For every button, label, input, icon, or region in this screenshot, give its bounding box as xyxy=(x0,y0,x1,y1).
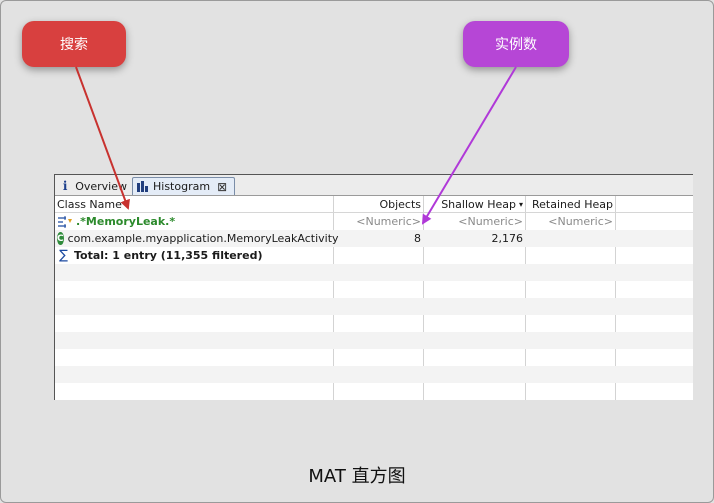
tab-overview[interactable]: i Overview xyxy=(57,177,131,195)
table-row[interactable]: C com.example.myapplication.MemoryLeakAc… xyxy=(55,230,693,247)
empty-row xyxy=(55,281,693,298)
shallow-heap-filter-cell[interactable]: <Numeric> xyxy=(423,213,525,230)
tab-histogram-label: Histogram xyxy=(153,180,211,193)
shallow-heap-filter-placeholder: <Numeric> xyxy=(458,215,523,228)
column-header-class-name-label: Class Name xyxy=(57,197,122,211)
tab-bar: i Overview Histogram ⊠ xyxy=(55,175,693,196)
table-header: Class Name Objects Shallow Heap ▾ Retain… xyxy=(55,196,693,213)
objects-filter-placeholder: <Numeric> xyxy=(356,215,421,228)
column-header-shallow-heap[interactable]: Shallow Heap ▾ xyxy=(423,196,525,212)
empty-row xyxy=(55,366,693,383)
table-body: .*MemoryLeak.* <Numeric> <Numeric> <Nume… xyxy=(55,213,693,400)
close-icon[interactable]: ⊠ xyxy=(217,180,227,194)
tab-overview-label: Overview xyxy=(75,179,127,193)
info-icon: i xyxy=(62,179,68,193)
tab-histogram[interactable]: Histogram ⊠ xyxy=(132,177,235,195)
empty-row xyxy=(55,264,693,281)
figure-caption: MAT 直方图 xyxy=(308,466,406,487)
search-callout: 搜索 xyxy=(22,21,126,67)
column-header-retained-heap[interactable]: Retained Heap xyxy=(525,196,615,212)
empty-row xyxy=(55,298,693,315)
empty-row xyxy=(55,315,693,332)
total-label: Total: 1 entry (11,355 filtered) xyxy=(74,249,263,262)
total-cell: ∑ Total: 1 entry (11,355 filtered) xyxy=(57,247,333,264)
class-name-value: com.example.myapplication.MemoryLeakActi… xyxy=(67,232,339,245)
empty-row xyxy=(55,332,693,349)
sort-descending-icon: ▾ xyxy=(518,199,523,209)
column-header-retained-heap-label: Retained Heap xyxy=(531,197,613,211)
filter-icon xyxy=(57,215,73,229)
shallow-heap-cell: 2,176 xyxy=(423,230,525,247)
column-header-class-name[interactable]: Class Name xyxy=(57,196,333,212)
search-callout-label: 搜索 xyxy=(60,37,88,53)
shallow-heap-value: 2,176 xyxy=(491,232,524,245)
retained-heap-filter-placeholder: <Numeric> xyxy=(548,215,613,228)
objects-cell: 8 xyxy=(333,230,423,247)
column-header-objects-label: Objects xyxy=(379,197,421,211)
empty-row xyxy=(55,383,693,400)
filter-row[interactable]: .*MemoryLeak.* <Numeric> <Numeric> <Nume… xyxy=(55,213,693,230)
sigma-icon: ∑ xyxy=(59,248,68,263)
bar-chart-icon xyxy=(137,181,148,192)
class-name-cell: C com.example.myapplication.MemoryLeakAc… xyxy=(57,230,339,247)
instance-count-callout: 实例数 xyxy=(463,21,569,67)
retained-heap-filter-cell[interactable]: <Numeric> xyxy=(525,213,615,230)
class-icon: C xyxy=(57,232,64,245)
column-header-shallow-heap-label: Shallow Heap xyxy=(441,197,516,211)
total-row: ∑ Total: 1 entry (11,355 filtered) xyxy=(55,247,693,264)
objects-filter-cell[interactable]: <Numeric> xyxy=(333,213,423,230)
instance-count-callout-label: 实例数 xyxy=(495,37,537,53)
class-name-filter-cell[interactable]: .*MemoryLeak.* xyxy=(57,213,333,230)
column-header-objects[interactable]: Objects xyxy=(333,196,423,212)
histogram-panel: i Overview Histogram ⊠ Class Name Object… xyxy=(54,174,693,400)
retained-heap-cell xyxy=(525,230,615,247)
class-name-filter-value: .*MemoryLeak.* xyxy=(76,215,176,228)
objects-value: 8 xyxy=(414,232,421,245)
empty-row xyxy=(55,349,693,366)
